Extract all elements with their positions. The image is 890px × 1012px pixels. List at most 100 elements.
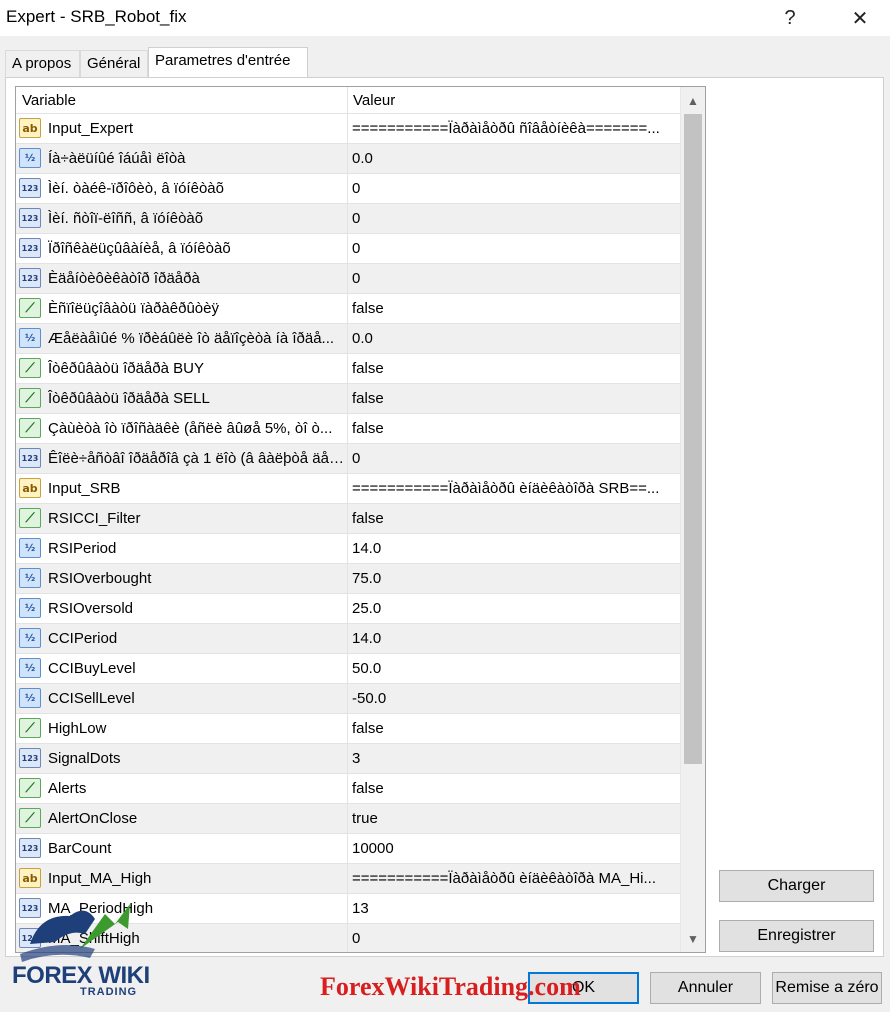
parameter-name: Îòêðûâàòü îðäåðà BUY [48, 360, 204, 377]
parameter-row[interactable]: ⟋ AlertOnClose true [16, 804, 680, 834]
integer-type-icon: 123 [19, 748, 41, 768]
parameter-value[interactable]: false [352, 510, 674, 527]
parameter-value[interactable]: 0.0 [352, 330, 674, 347]
parameter-value[interactable]: 10000 [352, 840, 674, 857]
parameter-name: Alerts [48, 780, 87, 797]
integer-type-icon: 123 [19, 268, 41, 288]
parameter-row[interactable]: 123 Ïðîñêàëüçûâàíèå, â ïóíêòàõ 0 [16, 234, 680, 264]
parameter-row[interactable]: ½ RSIPeriod 14.0 [16, 534, 680, 564]
parameter-value[interactable]: ===========Ïàðàìåòðû èíäèêàòîðà SRB==... [352, 480, 674, 497]
parameter-value[interactable]: false [352, 720, 674, 737]
logo-subtext: TRADING [80, 986, 138, 998]
parameter-value[interactable]: 0 [352, 240, 674, 257]
parameter-value[interactable]: true [352, 810, 674, 827]
parameter-value[interactable]: 25.0 [352, 600, 674, 617]
parameter-row[interactable]: 123 Ìèí. ñòîï-ëîññ, â ïóíêòàõ 0 [16, 204, 680, 234]
parameter-name: Êîëè÷åñòâî îðäåðîâ çà 1 ëîò (â âàëþòå äå… [48, 450, 344, 467]
close-button[interactable]: ✕ [836, 0, 884, 36]
double-type-icon: ½ [19, 568, 41, 588]
parameter-name: AlertOnClose [48, 810, 138, 827]
parameter-value[interactable]: false [352, 360, 674, 377]
parameter-name: CCIPeriod [48, 630, 118, 647]
integer-type-icon: 123 [19, 178, 41, 198]
parameter-value[interactable]: ===========Ïàðàìåòðû èíäèêàòîðà MA_Hi... [352, 870, 674, 887]
tab-a-propos[interactable]: A propos [5, 50, 80, 78]
parameter-row[interactable]: 123 BarCount 10000 [16, 834, 680, 864]
parameter-name: Æåëàåìûé % ïðèáûëè îò äåïîçèòà íà îðäå..… [48, 330, 335, 347]
scroll-down-icon[interactable]: ▼ [681, 927, 705, 951]
parameter-row[interactable]: ½ CCIPeriod 14.0 [16, 624, 680, 654]
parameter-value[interactable]: ===========Ïàðàìåòðû ñîâåòíèêà=======... [352, 120, 674, 137]
parameter-row[interactable]: 123 Ìèí. òàéê-ïðîôèò, â ïóíêòàõ 0 [16, 174, 680, 204]
parameter-value[interactable]: 13 [352, 900, 674, 917]
parameter-row[interactable]: ⟋ Èñïîëüçîâàòü ïàðàêðûòèÿ false [16, 294, 680, 324]
parameter-row[interactable]: 123 SignalDots 3 [16, 744, 680, 774]
parameter-row[interactable]: ⟋ Îòêðûâàòü îðäåðà SELL false [16, 384, 680, 414]
reset-button[interactable]: Remise a zéro [772, 972, 882, 1004]
parameter-row[interactable]: 123 Èäåíòèôèêàòîð îðäåðà 0 [16, 264, 680, 294]
parameter-name: Input_MA_High [48, 870, 152, 887]
parameter-row[interactable]: ⟋ HighLow false [16, 714, 680, 744]
window-title: Expert - SRB_Robot_fix [6, 7, 187, 26]
help-button[interactable]: ? [766, 0, 814, 36]
parameter-value[interactable]: 75.0 [352, 570, 674, 587]
parameters-grid: Variable Valeur ab Input_Expert ==========… [15, 86, 706, 953]
parameter-row[interactable]: ½ Íà÷àëüíûé îáúåì ëîòà 0.0 [16, 144, 680, 174]
parameter-name: CCISellLevel [48, 690, 135, 707]
parameter-name: RSIPeriod [48, 540, 117, 557]
save-button[interactable]: Enregistrer [719, 920, 874, 952]
load-button[interactable]: Charger [719, 870, 874, 902]
parameter-row[interactable]: ⟋ Çàùèòà îò ïðîñàäêè (åñëè âûøå 5%, òî ò.… [16, 414, 680, 444]
string-type-icon: ab [19, 478, 41, 498]
parameter-row[interactable]: 123 Êîëè÷åñòâî îðäåðîâ çà 1 ëîò (â âàëþòå… [16, 444, 680, 474]
parameter-row[interactable]: ab Input_SRB ===========Ïàðàìåòðû èíäèêàòî… [16, 474, 680, 504]
parameter-value[interactable]: 14.0 [352, 630, 674, 647]
parameter-row[interactable]: ⟋ Alerts false [16, 774, 680, 804]
string-type-icon: ab [19, 868, 41, 888]
parameter-row[interactable]: ab Input_MA_High ===========Ïàðàìåòðû èíäè… [16, 864, 680, 894]
integer-type-icon: 123 [19, 238, 41, 258]
parameter-value[interactable]: 0 [352, 930, 674, 947]
parameter-value[interactable]: 3 [352, 750, 674, 767]
parameter-row[interactable]: ½ RSIOversold 25.0 [16, 594, 680, 624]
parameter-value[interactable]: 0 [352, 180, 674, 197]
parameter-value[interactable]: 14.0 [352, 540, 674, 557]
parameter-row[interactable]: ½ CCIBuyLevel 50.0 [16, 654, 680, 684]
parameter-name: Ïðîñêàëüçûâàíèå, â ïóíêòàõ [48, 240, 231, 257]
double-type-icon: ½ [19, 658, 41, 678]
parameter-value[interactable]: false [352, 390, 674, 407]
parameter-row[interactable]: ½ Æåëàåìûé % ïðèáûëè îò äåïîçèòà íà îðäå.… [16, 324, 680, 354]
parameter-value[interactable]: false [352, 300, 674, 317]
scroll-up-icon[interactable]: ▲ [681, 89, 705, 113]
parameter-name: Èñïîëüçîâàòü ïàðàêðûòèÿ [48, 300, 219, 317]
integer-type-icon: 123 [19, 448, 41, 468]
vertical-scrollbar[interactable]: ▲ ▼ [680, 87, 705, 952]
column-header-variable[interactable]: Variable [22, 92, 76, 109]
bool-type-icon: ⟋ [19, 508, 41, 528]
parameter-value[interactable]: 50.0 [352, 660, 674, 677]
parameter-value[interactable]: 0 [352, 270, 674, 287]
column-header-value[interactable]: Valeur [353, 92, 395, 109]
parameter-row[interactable]: ½ RSIOverbought 75.0 [16, 564, 680, 594]
parameter-name: Çàùèòà îò ïðîñàäêè (åñëè âûøå 5%, òî ò..… [48, 420, 333, 437]
parameter-value[interactable]: 0 [352, 450, 674, 467]
bool-type-icon: ⟋ [19, 388, 41, 408]
parameter-row[interactable]: ⟋ RSICCI_Filter false [16, 504, 680, 534]
integer-type-icon: 123 [19, 838, 41, 858]
scroll-thumb[interactable] [684, 114, 702, 764]
parameter-row[interactable]: ab Input_Expert ===========Ïàðàìåòðû ñîâåò… [16, 114, 680, 144]
parameter-row[interactable]: ⟋ Îòêðûâàòü îðäåðà BUY false [16, 354, 680, 384]
parameter-name: BarCount [48, 840, 112, 857]
bool-type-icon: ⟋ [19, 808, 41, 828]
tab-general[interactable]: Général [80, 50, 148, 78]
parameter-row[interactable]: ½ CCISellLevel -50.0 [16, 684, 680, 714]
parameter-value[interactable]: 0.0 [352, 150, 674, 167]
parameter-name: Input_Expert [48, 120, 134, 137]
parameter-value[interactable]: -50.0 [352, 690, 674, 707]
parameter-value[interactable]: false [352, 420, 674, 437]
parameter-value[interactable]: 0 [352, 210, 674, 227]
grid-header: Variable Valeur [16, 87, 680, 114]
cancel-button[interactable]: Annuler [650, 972, 761, 1004]
tab-parametres-entree[interactable]: Parametres d'entrée [148, 47, 308, 79]
parameter-value[interactable]: false [352, 780, 674, 797]
